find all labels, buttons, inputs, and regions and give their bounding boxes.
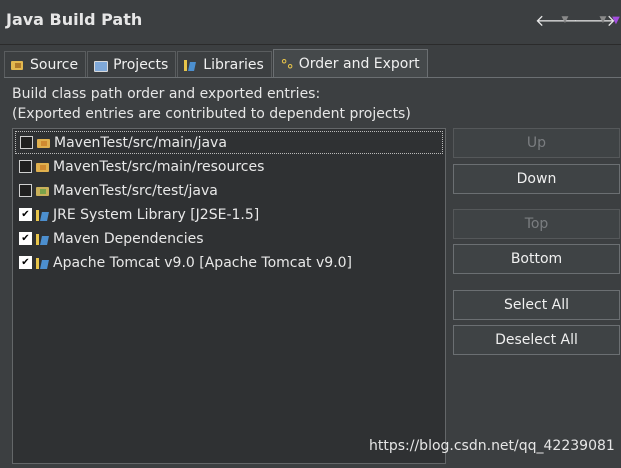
list-item[interactable]: Apache Tomcat v9.0 [Apache Tomcat v9.0] (15, 251, 443, 274)
top-button[interactable]: Top (453, 209, 620, 239)
tab-label: Source (30, 56, 79, 73)
library-icon (35, 208, 51, 222)
export-checkbox[interactable] (19, 184, 32, 197)
tab-libraries[interactable]: Libraries (177, 51, 272, 77)
source-folder-icon (10, 58, 25, 72)
view-menu-icon[interactable]: ▼ (611, 15, 621, 26)
list-item[interactable]: MavenTest/src/test/java (15, 179, 443, 202)
source-folder-icon (36, 136, 52, 150)
title-bar: Java Build Path 🡐 ▼ 🡒 ▼ ▼ (0, 0, 621, 44)
tab-projects[interactable]: Projects (87, 51, 177, 77)
tab-bar: Source Projects Libraries Order and Expo… (4, 49, 429, 77)
tab-source[interactable]: Source (4, 51, 87, 77)
export-checkbox[interactable] (19, 256, 32, 269)
projects-icon (93, 58, 109, 72)
tab-panel-border (4, 77, 621, 78)
entry-label: MavenTest/src/main/java (54, 134, 227, 151)
bottom-button[interactable]: Bottom (453, 244, 620, 274)
entry-label: Apache Tomcat v9.0 [Apache Tomcat v9.0] (53, 254, 353, 271)
select-all-button[interactable]: Select All (453, 290, 620, 320)
entry-label: JRE System Library [J2SE-1.5] (53, 206, 260, 223)
description-line: Build class path order and exported entr… (12, 86, 321, 102)
watermark-text: https://blog.csdn.net/qq_42239081 (369, 438, 615, 454)
back-dropdown-icon[interactable]: ▼ (557, 15, 573, 25)
page-title: Java Build Path (6, 10, 143, 29)
list-item[interactable]: Maven Dependencies (15, 227, 443, 250)
library-icon (35, 256, 51, 270)
back-arrow-icon[interactable]: 🡐 (535, 10, 578, 30)
list-item[interactable]: JRE System Library [J2SE-1.5] (15, 203, 443, 226)
export-checkbox[interactable] (19, 208, 32, 221)
java-build-path-dialog: Java Build Path 🡐 ▼ 🡒 ▼ ▼ Source Project… (0, 0, 621, 468)
tab-order-and-export[interactable]: Order and Export (272, 49, 428, 77)
down-button[interactable]: Down (453, 164, 620, 194)
deselect-all-button[interactable]: Deselect All (453, 325, 620, 355)
entry-label: Maven Dependencies (53, 230, 204, 247)
order-export-icon (279, 55, 296, 75)
entry-label: MavenTest/src/main/resources (53, 158, 265, 175)
source-folder-icon (35, 160, 51, 174)
tab-label: Order and Export (298, 55, 420, 72)
classpath-entries-list[interactable]: MavenTest/src/main/java MavenTest/src/ma… (12, 128, 446, 464)
description-line: (Exported entries are contributed to dep… (12, 106, 411, 122)
library-icon (35, 232, 51, 246)
entry-label: MavenTest/src/test/java (53, 182, 218, 199)
forward-dropdown-icon[interactable]: ▼ (595, 15, 611, 25)
list-item[interactable]: MavenTest/src/main/java (15, 131, 443, 154)
navigation-toolbar: 🡐 ▼ 🡒 ▼ ▼ (535, 9, 621, 31)
tab-label: Libraries (203, 56, 264, 73)
export-checkbox[interactable] (19, 160, 32, 173)
export-checkbox[interactable] (19, 232, 32, 245)
title-separator (0, 44, 621, 45)
up-button[interactable]: Up (453, 128, 620, 158)
test-source-folder-icon (35, 184, 51, 198)
libraries-icon (183, 58, 198, 72)
export-checkbox[interactable] (20, 136, 33, 149)
description: Build class path order and exported entr… (12, 84, 411, 124)
list-item[interactable]: MavenTest/src/main/resources (15, 155, 443, 178)
forward-arrow-icon[interactable]: 🡒 (573, 10, 616, 30)
tab-label: Projects (113, 56, 169, 73)
